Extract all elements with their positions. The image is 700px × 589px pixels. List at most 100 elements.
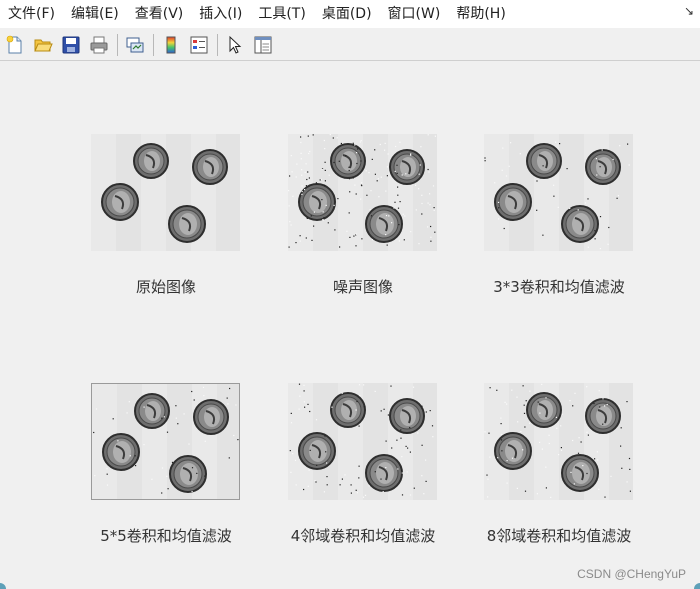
- menu-window[interactable]: 窗口(W): [380, 0, 449, 28]
- coins-image: [288, 134, 437, 251]
- noise-pixel: [585, 455, 587, 457]
- noise-pixel: [352, 144, 354, 146]
- noise-pixel: [519, 153, 521, 155]
- noise-pixel: [501, 169, 503, 171]
- noise-pixel: [487, 496, 489, 498]
- noise-pixel: [522, 385, 524, 387]
- noise-pixel: [334, 229, 336, 231]
- noise-pixel: [363, 406, 365, 408]
- noise-pixel: [407, 447, 409, 449]
- noise-pixel: [586, 431, 588, 433]
- noise-pixel: [604, 405, 606, 407]
- noise-pixel: [298, 408, 300, 410]
- menu-insert[interactable]: 插入(I): [191, 0, 250, 28]
- noise-pixel: [350, 484, 352, 486]
- pointer-icon[interactable]: [223, 33, 247, 57]
- noise-pixel: [553, 184, 555, 186]
- noise-pixel: [106, 468, 108, 470]
- noise-pixel: [415, 184, 417, 186]
- noise-pixel: [593, 402, 595, 405]
- noise-pixel: [307, 403, 309, 405]
- noise-pixel: [427, 202, 429, 204]
- print-icon[interactable]: [87, 33, 111, 57]
- noise-pixel: [358, 465, 360, 467]
- noise-pixel: [427, 168, 429, 171]
- noise-pixel: [361, 238, 363, 240]
- subplot-3x3-mean[interactable]: 3*3卷积和均值滤波: [484, 134, 634, 296]
- noise-pixel: [501, 450, 503, 452]
- noise-pixel: [163, 416, 165, 418]
- menu-tools[interactable]: 工具(T): [250, 0, 313, 28]
- noise-pixel: [361, 182, 363, 184]
- coin: [494, 183, 532, 221]
- noise-pixel: [355, 193, 357, 195]
- noise-pixel: [303, 384, 305, 386]
- noise-pixel: [500, 423, 502, 425]
- noise-pixel: [299, 235, 301, 237]
- coin: [133, 143, 169, 179]
- noise-pixel: [596, 451, 598, 453]
- subplot-original[interactable]: 原始图像: [91, 134, 241, 296]
- noise-pixel: [348, 166, 350, 168]
- new-figure-icon[interactable]: [3, 33, 27, 57]
- menu-edit[interactable]: 编辑(E): [63, 0, 127, 28]
- coin: [365, 205, 403, 243]
- noise-pixel: [364, 494, 367, 496]
- noise-pixel: [484, 157, 486, 159]
- colorbar-icon[interactable]: [159, 33, 183, 57]
- noise-pixel: [520, 431, 522, 433]
- noise-pixel: [594, 238, 596, 240]
- noise-pixel: [384, 142, 386, 144]
- subplot-8-neighbor-mean[interactable]: 8邻域卷积和均值滤波: [484, 383, 634, 545]
- subplot-noisy[interactable]: 噪声图像: [288, 134, 438, 296]
- noise-pixel: [327, 222, 329, 224]
- noise-pixel: [316, 464, 318, 466]
- link-plot-icon[interactable]: [123, 33, 147, 57]
- menu-help[interactable]: 帮助(H): [448, 0, 513, 28]
- noise-pixel: [349, 236, 351, 238]
- noise-pixel: [432, 185, 435, 187]
- noise-pixel: [112, 418, 114, 420]
- menu-file[interactable]: 文件(F): [0, 0, 63, 28]
- noise-pixel: [235, 404, 237, 406]
- menu-view[interactable]: 查看(V): [127, 0, 192, 28]
- noise-pixel: [489, 456, 491, 458]
- noise-pixel: [598, 390, 600, 392]
- noise-pixel: [380, 478, 382, 480]
- noise-pixel: [299, 395, 301, 397]
- noise-pixel: [410, 154, 412, 156]
- noise-pixel: [315, 182, 317, 184]
- noise-pixel: [360, 198, 362, 200]
- noise-pixel: [313, 225, 315, 227]
- subplot-4-neighbor-mean[interactable]: 4邻域卷积和均值滤波: [288, 383, 438, 545]
- noise-pixel: [620, 445, 622, 447]
- noise-pixel: [586, 472, 588, 475]
- noise-pixel: [377, 178, 379, 180]
- noise-pixel: [488, 432, 490, 434]
- noise-pixel: [626, 481, 628, 483]
- save-icon[interactable]: [59, 33, 83, 57]
- noise-pixel: [368, 485, 370, 487]
- noise-pixel: [304, 189, 306, 191]
- menu-desktop[interactable]: 桌面(D): [314, 0, 380, 28]
- noise-pixel: [295, 484, 297, 486]
- noise-pixel: [420, 146, 422, 148]
- noise-pixel: [427, 226, 429, 228]
- coins-picture: [288, 134, 437, 251]
- property-editor-icon[interactable]: [251, 33, 275, 57]
- subplot-5x5-mean[interactable]: 5*5卷积和均值滤波: [91, 383, 241, 545]
- toolbar-separator: [117, 33, 118, 56]
- noise-pixel: [397, 468, 399, 470]
- noise-pixel: [305, 185, 307, 187]
- noise-pixel: [315, 419, 318, 421]
- dock-figure-icon[interactable]: ↘: [684, 4, 694, 18]
- noise-pixel: [506, 482, 508, 484]
- noise-pixel: [321, 168, 323, 170]
- noise-pixel: [129, 455, 131, 457]
- noise-pixel: [425, 459, 427, 461]
- noise-pixel: [296, 163, 298, 165]
- legend-icon[interactable]: [187, 33, 211, 57]
- noise-pixel: [607, 243, 609, 245]
- coin: [298, 432, 336, 470]
- open-folder-icon[interactable]: [31, 33, 55, 57]
